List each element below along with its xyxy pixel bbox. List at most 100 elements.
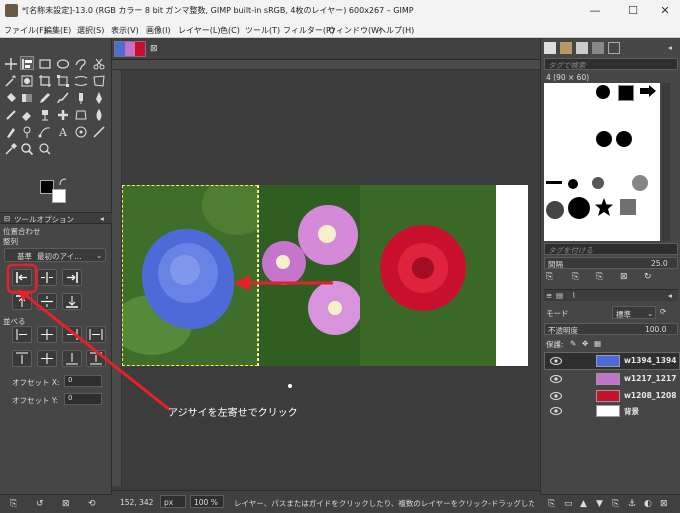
offset-y-input[interactable]: 0: [64, 393, 102, 405]
menu-select[interactable]: 選択(S): [77, 25, 104, 36]
unit-select[interactable]: px: [160, 495, 186, 508]
brush-large-soft[interactable]: [546, 201, 564, 219]
visibility-eye-icon[interactable]: [550, 374, 562, 384]
ellipse-select-icon[interactable]: [56, 57, 70, 71]
distribute-center-button[interactable]: [37, 326, 57, 343]
close-tab-icon[interactable]: ⊠: [150, 44, 158, 54]
visibility-eye-icon[interactable]: [550, 356, 562, 366]
brush-spacing-slider[interactable]: 間隔 25.0: [544, 257, 678, 269]
clone-icon[interactable]: [38, 108, 52, 122]
distribute-bottom-button[interactable]: [62, 350, 82, 367]
new-group-icon[interactable]: ▭: [564, 499, 573, 509]
brush-duplicate-icon[interactable]: ⎘: [596, 272, 603, 282]
menu-windows[interactable]: ウィンドウ(W): [328, 25, 382, 36]
menu-color[interactable]: 色(C): [220, 25, 240, 36]
menu-tools[interactable]: ツール(T): [245, 25, 280, 36]
scissors-select-icon[interactable]: [92, 57, 106, 71]
foreground-select-icon[interactable]: [20, 74, 34, 88]
layer-row[interactable]: 背景: [544, 403, 680, 419]
tab-menu-icon[interactable]: ◂: [100, 214, 104, 223]
brush-circle-arrow[interactable]: [596, 131, 612, 147]
maximize-button[interactable]: ☐: [618, 2, 648, 20]
blur-icon[interactable]: [92, 108, 106, 122]
visibility-eye-icon[interactable]: [550, 406, 562, 416]
brush-small-dot[interactable]: [568, 179, 578, 189]
mask-layer-icon[interactable]: ◐: [644, 499, 652, 509]
smudge-icon[interactable]: [4, 125, 18, 139]
close-button[interactable]: ✕: [650, 2, 680, 20]
layer-row[interactable]: w1208_1208: [544, 388, 680, 404]
relative-to-dropdown[interactable]: 基準 最初のアイ… ⌄: [4, 248, 106, 262]
dodge-burn-icon[interactable]: [20, 125, 34, 139]
color-picker-icon[interactable]: [4, 142, 18, 156]
warp-transform-icon[interactable]: [74, 74, 88, 88]
paintbrush-icon[interactable]: [56, 91, 70, 105]
image-canvas[interactable]: [122, 185, 528, 366]
crop-icon[interactable]: [38, 74, 52, 88]
brush-delete-icon[interactable]: ⊠: [620, 272, 628, 282]
distribute-right-button[interactable]: [62, 326, 82, 343]
restore-options-icon[interactable]: ↺: [36, 499, 44, 509]
reset-options-icon[interactable]: ⟲: [88, 499, 96, 509]
align-top-edge-button[interactable]: [12, 293, 32, 310]
patterns-tab-icon[interactable]: [560, 42, 572, 54]
rose-layer[interactable]: [360, 185, 496, 366]
new-layer-icon[interactable]: ⎘: [548, 499, 555, 509]
brush-refresh-icon[interactable]: ↻: [644, 272, 652, 282]
paths-tab-icon[interactable]: ⌇: [572, 291, 576, 300]
align-right-edge-button[interactable]: [62, 269, 82, 286]
align-center-horizontal-button[interactable]: [37, 269, 57, 286]
distribute-middle-button[interactable]: [37, 350, 57, 367]
cage-transform-icon[interactable]: [92, 74, 106, 88]
lock-pixels-icon[interactable]: ✎: [570, 339, 576, 348]
text-tool-icon[interactable]: A: [56, 125, 70, 139]
brush-star[interactable]: [594, 197, 614, 217]
distribute-top-button[interactable]: [12, 350, 32, 367]
fuzzy-select-icon[interactable]: [4, 74, 18, 88]
menu-file[interactable]: ファイル(F): [4, 25, 47, 36]
move-tool-icon[interactable]: [4, 57, 18, 71]
brush-tag-entry[interactable]: タグを付ける: [544, 243, 678, 255]
brush-arrow-circle[interactable]: [596, 85, 610, 99]
swap-colors-icon[interactable]: [59, 178, 67, 186]
brush-grid[interactable]: [544, 83, 660, 241]
menu-view[interactable]: 表示(V): [111, 25, 139, 36]
distribute-vertical-gap-button[interactable]: [86, 350, 106, 367]
zoom-icon[interactable]: [20, 142, 34, 156]
pencil-icon[interactable]: [38, 91, 52, 105]
delete-layer-icon[interactable]: ⊠: [660, 499, 668, 509]
brush-grid-scrollbar[interactable]: [662, 83, 670, 241]
minimize-button[interactable]: —: [580, 2, 610, 20]
distribute-horizontal-gap-button[interactable]: [86, 326, 106, 343]
align-left-edge-button[interactable]: [12, 269, 32, 286]
rect-select-icon[interactable]: [38, 57, 52, 71]
layer-name[interactable]: w1217_1217: [624, 374, 676, 383]
perspective-clone-icon[interactable]: [74, 108, 88, 122]
mypaint-brush-icon[interactable]: [4, 108, 18, 122]
zoom-select[interactable]: 100 %: [190, 495, 224, 508]
eraser-icon[interactable]: [20, 108, 34, 122]
layers-tab-icon[interactable]: ≡: [546, 291, 552, 300]
airbrush-icon[interactable]: [74, 91, 88, 105]
brush-tag-filter[interactable]: タグで検索: [544, 58, 678, 70]
layer-mode-dropdown[interactable]: 標準 ⌄: [612, 306, 656, 319]
images-tab-icon[interactable]: [608, 42, 620, 54]
menu-help[interactable]: ヘルプ(H): [378, 25, 414, 36]
brush-line[interactable]: [546, 181, 562, 184]
layer-name[interactable]: w1208_1208: [624, 391, 676, 400]
brush-edit-icon[interactable]: ⎘: [546, 272, 553, 282]
menu-filters[interactable]: フィルター(R): [283, 25, 335, 36]
dock-menu-icon[interactable]: ◂: [668, 43, 672, 52]
layers-dock-menu-icon[interactable]: ◂: [668, 291, 672, 300]
layer-name[interactable]: 背景: [624, 406, 639, 417]
lock-position-icon[interactable]: ✥: [582, 339, 588, 348]
layer-name[interactable]: w1394_1394: [624, 356, 676, 365]
clematis-layer[interactable]: [258, 185, 360, 366]
brush-new-icon[interactable]: ⎘: [572, 272, 579, 282]
background-color-swatch[interactable]: [52, 189, 66, 203]
channels-tab-icon[interactable]: ▤: [556, 291, 563, 300]
lower-layer-icon[interactable]: ▼: [596, 499, 603, 509]
brushes-tab-icon[interactable]: [544, 42, 556, 54]
brush-play-circle[interactable]: [616, 131, 632, 147]
align-middle-vertical-button[interactable]: [37, 293, 57, 310]
